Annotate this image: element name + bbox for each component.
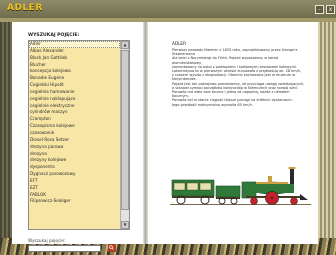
list-item[interactable]: koncepcja kolejowa (29, 68, 120, 75)
detail-text: Pierwszy parowóz Niemiec z 1835 roku, za… (172, 48, 307, 107)
detail-line: Pierwszy parowóz Niemiec z 1835 roku, za… (172, 48, 298, 57)
search-button[interactable] (108, 244, 116, 252)
list-item[interactable]: Bonadie Eugene (29, 75, 120, 82)
list-item[interactable]: drezyny kolejowe (29, 157, 120, 164)
detail-line: dla kolei z Norymbergi do Fürth. Pojazd … (172, 56, 279, 65)
list-item[interactable]: FABLOK (29, 192, 120, 199)
list-item[interactable]: EZT (29, 185, 120, 192)
list-item[interactable]: cegielnie hamowanie (29, 89, 120, 96)
detail-line: Parowóz ma dwie osie toczne i jedną oś n… (172, 90, 290, 99)
list-item[interactable]: drezyna (29, 151, 120, 158)
scroll-thumb[interactable] (121, 50, 129, 210)
background-rail-right (318, 22, 336, 255)
list-item[interactable]: Filipsowicz-Sealiger (29, 198, 120, 205)
list-item[interactable]: Crampton (29, 116, 120, 123)
list-item[interactable]: Adler (29, 41, 120, 48)
list-item[interactable]: dysponenta (29, 164, 120, 171)
scrollbar[interactable]: ▲ ▼ (120, 41, 129, 229)
detail-title: ADLER (172, 41, 186, 46)
app-title: ADLER (7, 3, 43, 13)
search-input[interactable] (28, 245, 101, 252)
list-item[interactable]: Cegielski Hipolit (29, 82, 120, 89)
list-item[interactable]: cegielnie elektryczne (29, 103, 120, 110)
detail-line: Jego prędkość maksymalna wynosiła 65 km/… (172, 102, 253, 107)
scroll-up-button[interactable]: ▲ (121, 41, 129, 49)
list-item[interactable]: Blucher (29, 62, 120, 69)
term-listbox[interactable]: Adler Albas Alexander Block Jan Gottlieb Bl… (28, 40, 130, 230)
locomotive-image (170, 167, 311, 205)
background-rail-left (0, 22, 12, 255)
list-item[interactable]: drezyna parowa (29, 144, 120, 151)
search-label: Wyszukaj pojęcie: (28, 238, 66, 243)
list-item[interactable]: Czasopismo kolejowe (29, 123, 120, 130)
list-item[interactable]: Dygnacz parowozowy (29, 171, 120, 178)
close-button[interactable]: x (326, 5, 335, 14)
list-item[interactable]: Albas Alexander (29, 48, 120, 55)
scroll-down-button[interactable]: ▼ (121, 221, 129, 229)
list-heading: WYSZUKAJ POJĘCIE: (28, 33, 80, 38)
minimize-button[interactable]: - (315, 5, 324, 14)
list-item[interactable]: Block Jan Gottlieb (29, 55, 120, 62)
title-bar: ADLER - x (0, 0, 336, 18)
list-item[interactable]: cylindrów maszyn (29, 109, 120, 116)
search-icon (109, 245, 114, 250)
detail-line: z czasem wyszła z eksploatacji. Obecnie … (172, 73, 296, 82)
list-item[interactable]: Diesel-Rosa Setzer (29, 137, 120, 144)
list-item[interactable]: cegielnie naklapujące (29, 96, 120, 103)
list-item[interactable]: EFT (29, 178, 120, 185)
term-list: Adler Albas Alexander Block Jan Gottlieb Bl… (29, 41, 120, 205)
list-item[interactable]: czasowanie (29, 130, 120, 137)
